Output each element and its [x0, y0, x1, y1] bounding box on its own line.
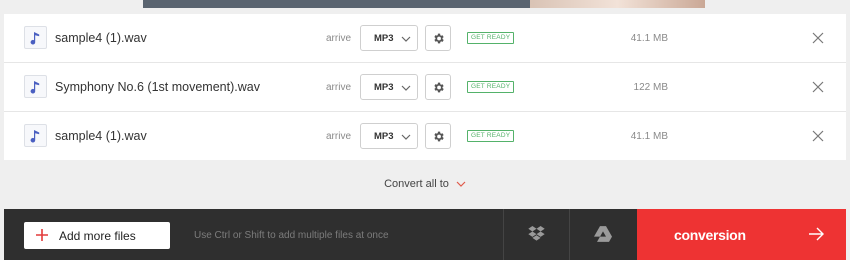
dropbox-icon [528, 226, 545, 241]
arrive-label: arrive [326, 131, 352, 142]
remove-file-button[interactable] [809, 29, 827, 47]
status-badge: GET READY [467, 81, 515, 93]
convert-all-row: Convert all to [0, 174, 850, 192]
file-row: sample4 (1).wav arrive MP3 GET READY 41.… [4, 14, 846, 62]
gear-icon [434, 82, 444, 93]
arrive-label: arrive [326, 82, 352, 93]
file-row: sample4 (1).wav arrive MP3 GET READY 41.… [4, 111, 846, 159]
file-row: Symphony No.6 (1st movement).wav arrive … [4, 62, 846, 110]
convert-all-label: Convert all to [384, 178, 449, 190]
chevron-down-icon [456, 181, 466, 187]
music-note-icon [24, 75, 47, 98]
status-badge: GET READY [467, 32, 515, 44]
format-select[interactable]: MP3 [360, 25, 418, 51]
status-badge: GET READY [467, 130, 515, 142]
file-name: sample4 (1).wav [55, 129, 147, 143]
convert-all-dropdown[interactable]: Convert all to [384, 178, 466, 190]
close-icon [812, 81, 824, 93]
banner-image [530, 0, 705, 8]
chevron-down-icon [401, 36, 411, 42]
chevron-down-icon [401, 85, 411, 91]
settings-button[interactable] [425, 25, 451, 51]
close-icon [812, 32, 824, 44]
multi-select-hint: Use Ctrl or Shift to add multiple files … [194, 230, 389, 241]
music-note-icon [24, 26, 47, 49]
conversion-button[interactable]: conversion [637, 209, 846, 260]
file-name: Symphony No.6 (1st movement).wav [55, 80, 260, 94]
arrow-right-icon [809, 227, 824, 241]
remove-file-button[interactable] [809, 78, 827, 96]
file-size: 122 MB [633, 82, 668, 93]
close-icon [812, 130, 824, 142]
settings-button[interactable] [425, 123, 451, 149]
format-value: MP3 [374, 33, 394, 44]
arrive-label: arrive [326, 33, 352, 44]
file-size: 41.1 MB [630, 131, 668, 142]
file-name: sample4 (1).wav [55, 31, 147, 45]
file-list: sample4 (1).wav arrive MP3 GET READY 41.… [4, 14, 846, 160]
format-select[interactable]: MP3 [360, 123, 418, 149]
top-banner [143, 0, 705, 8]
remove-file-button[interactable] [809, 127, 827, 145]
gear-icon [434, 33, 444, 44]
gear-icon [434, 131, 444, 142]
music-note-icon [24, 124, 47, 147]
add-more-files-label: Add more files [59, 229, 136, 243]
format-value: MP3 [374, 82, 394, 93]
google-drive-button[interactable] [569, 209, 635, 260]
conversion-label: conversion [674, 227, 746, 243]
dropbox-button[interactable] [503, 209, 569, 260]
format-select[interactable]: MP3 [360, 74, 418, 100]
settings-button[interactable] [425, 74, 451, 100]
bottom-toolbar: Add more files Use Ctrl or Shift to add … [4, 209, 846, 260]
file-size: 41.1 MB [630, 33, 668, 44]
google-drive-icon [594, 226, 612, 242]
add-more-files-button[interactable]: Add more files [24, 222, 170, 249]
format-value: MP3 [374, 131, 394, 142]
plus-icon [36, 229, 48, 241]
chevron-down-icon [401, 134, 411, 140]
